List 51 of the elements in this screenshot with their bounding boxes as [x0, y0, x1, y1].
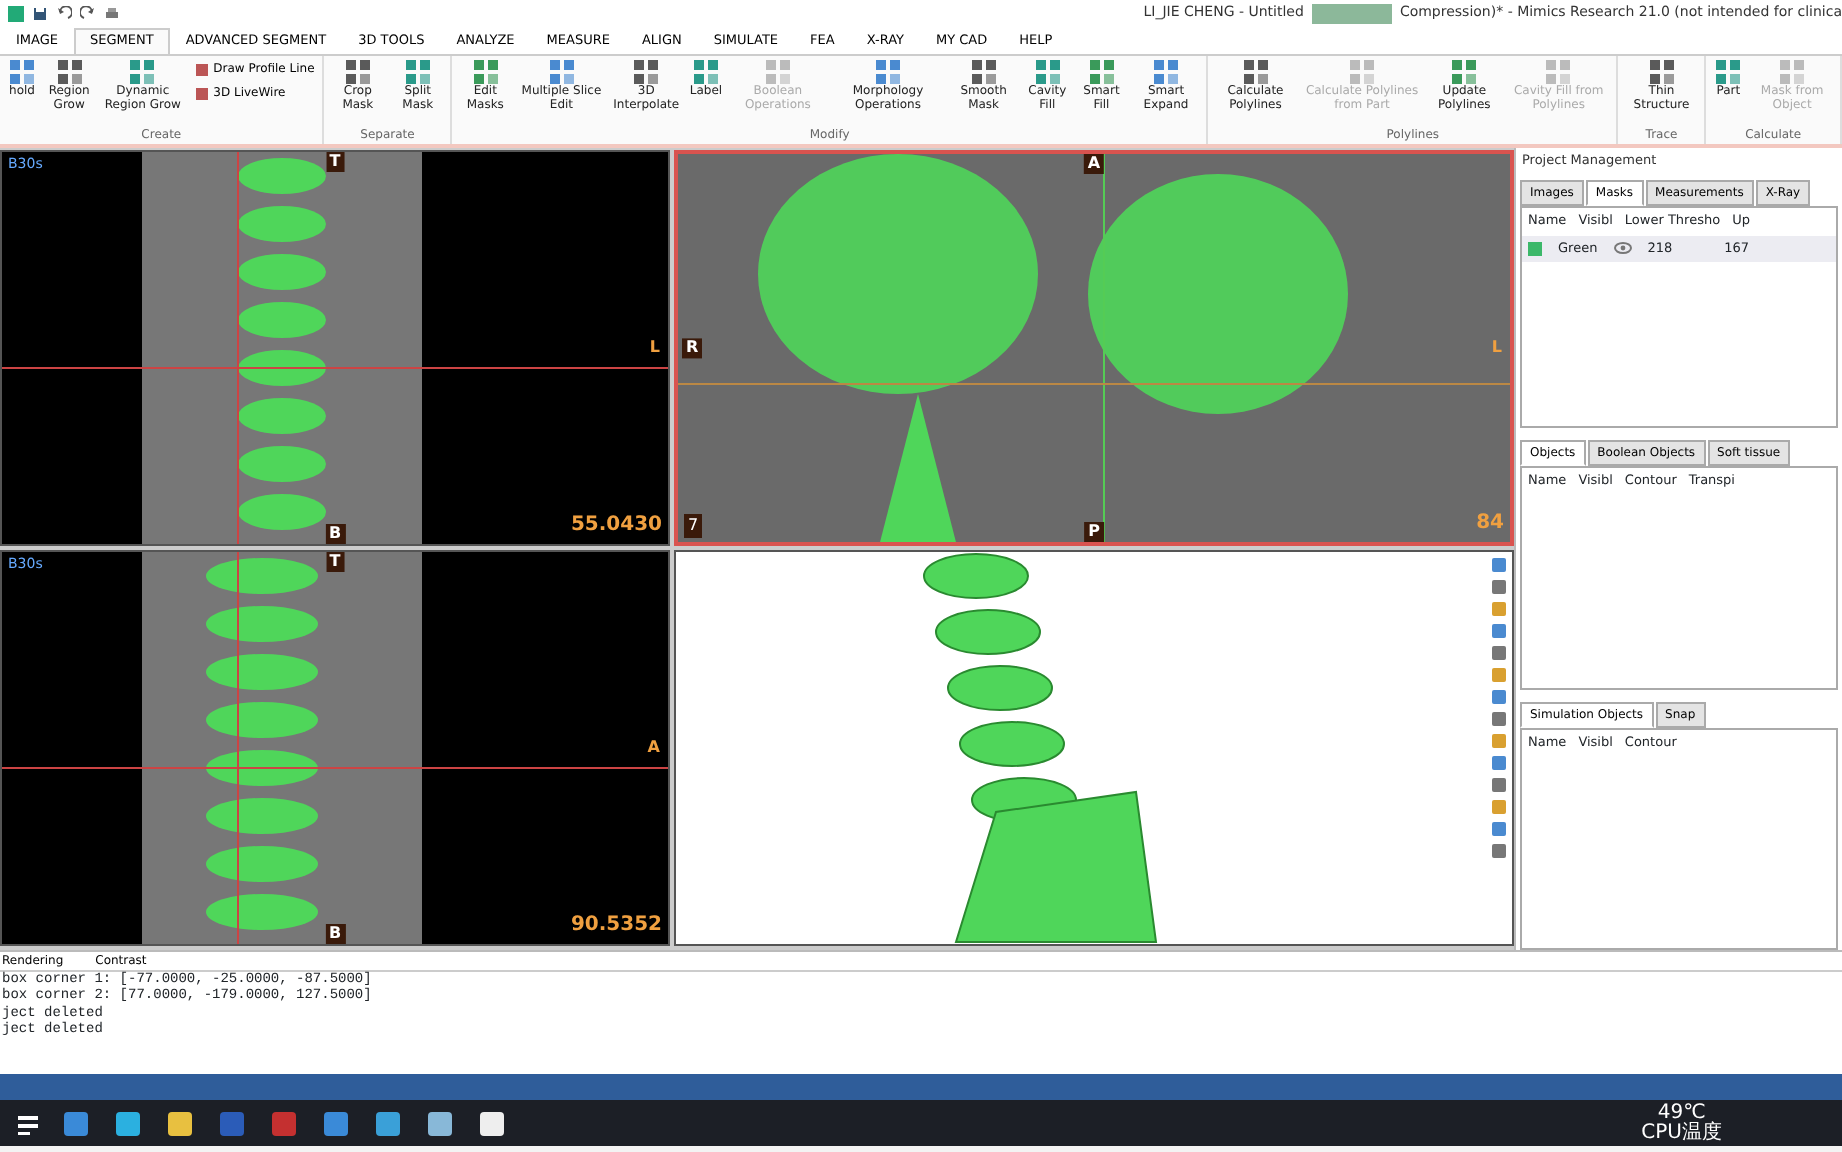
tool-icon	[1033, 58, 1062, 86]
tool-icon	[632, 58, 661, 86]
save-icon[interactable]	[32, 5, 48, 21]
tool-icon	[1544, 58, 1573, 86]
tool-icon	[128, 58, 157, 86]
tool-icon	[55, 58, 84, 86]
orientation-marker: A	[645, 738, 662, 758]
tool-icon	[691, 58, 720, 86]
orientation-marker: L	[1489, 338, 1504, 358]
tool-icon	[873, 58, 902, 86]
tool-icon	[1348, 58, 1377, 86]
visibility-icon[interactable]	[1613, 242, 1632, 255]
orientation-marker: B	[324, 924, 346, 944]
cpu-temperature: 49℃	[1657, 1103, 1706, 1123]
taskbar-app-icon[interactable]	[372, 1107, 404, 1139]
orientation-marker: B	[324, 524, 346, 544]
tool-icon	[471, 58, 500, 86]
orientation-marker: L	[647, 338, 662, 358]
tool-icon	[403, 58, 432, 86]
print-icon[interactable]	[104, 5, 120, 21]
tool-icon	[1714, 58, 1743, 86]
slice-position: 84	[1476, 510, 1504, 538]
tool-icon	[1647, 58, 1676, 86]
ct-viewport[interactable]: A R L 7 P 84	[674, 150, 1514, 546]
slice-position: 55.0430	[570, 512, 662, 540]
orientation-marker: R	[682, 338, 703, 358]
tool-icon	[763, 58, 792, 86]
taskbar-app-icon[interactable]	[476, 1107, 508, 1139]
tool-icon	[969, 58, 998, 86]
taskbar-app-icon[interactable]	[164, 1107, 196, 1139]
tool-icon	[8, 58, 36, 86]
temperature-label: CPU温度	[1641, 1123, 1722, 1143]
tool-icon	[1241, 58, 1270, 86]
slice-position: 90.5352	[570, 912, 662, 940]
orientation-marker: P	[1084, 522, 1104, 542]
app-logo-icon	[8, 5, 24, 21]
tool-icon	[1450, 58, 1479, 86]
taskbar-app-icon[interactable]	[112, 1107, 144, 1139]
taskbar-app-icon[interactable]	[424, 1107, 456, 1139]
redo-icon[interactable]	[80, 5, 96, 21]
task-view-icon[interactable]	[16, 1111, 40, 1135]
undo-icon[interactable]	[56, 5, 72, 21]
tool-icon	[547, 58, 576, 86]
tool-icon	[343, 58, 372, 86]
tool-icon	[1087, 58, 1116, 86]
tool-icon	[1778, 58, 1807, 86]
3d-viewport[interactable]	[674, 550, 1514, 946]
tool-icon	[1152, 58, 1181, 86]
overlay-badge	[1311, 3, 1392, 23]
slice-index: 7	[684, 514, 703, 538]
orientation-marker: A	[1083, 154, 1105, 174]
